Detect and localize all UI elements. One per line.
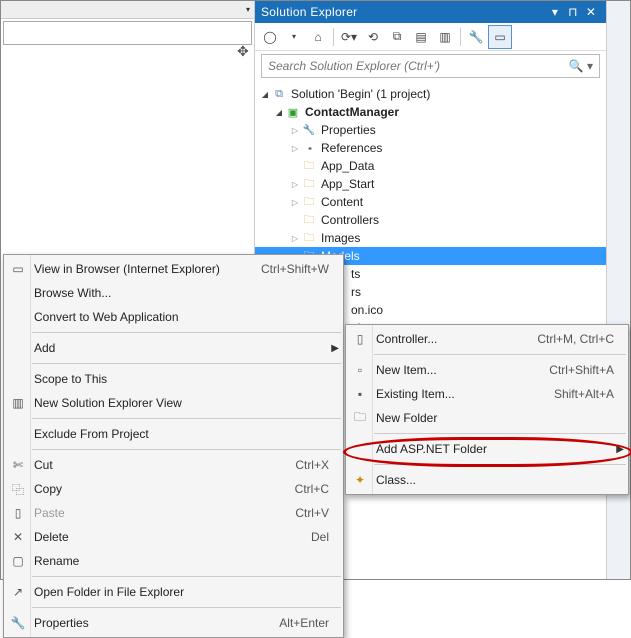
solution-explorer-toolbar: ◯ ▾ ⌂ ⟳▾ ⟲ ⧉ ▤ ▥ 🔧 ▭ [255,23,606,51]
menu-convert-webapp[interactable]: Convert to Web Application [4,305,343,329]
menu-add-new-folder[interactable]: 🗀New Folder [346,406,628,430]
folder-icon [301,194,317,210]
sync-icon[interactable]: ⟳▾ [338,26,360,48]
submenu-arrow-icon: ▶ [331,343,339,354]
explorer-view-icon: ▥ [9,396,27,410]
tree-solution-node[interactable]: Solution 'Begin' (1 project) [255,85,606,103]
browser-icon: ▭ [9,262,27,276]
context-menu-main: ▭View in Browser (Internet Explorer)Ctrl… [3,254,344,638]
folder-icon [301,212,317,228]
project-label: ContactManager [305,105,399,119]
folder-icon [301,158,317,174]
search-input[interactable] [268,59,569,73]
paste-icon: ▯ [9,506,27,520]
copy-icon: ⿻ [9,481,27,498]
tree-folder-appstart[interactable]: App_Start [255,175,606,193]
existing-item-icon: ▪ [351,387,369,401]
class-icon: ✦ [351,473,369,487]
dropdown-icon[interactable]: ▾ [246,5,250,14]
solution-explorer-titlebar[interactable]: Solution Explorer ▾ ⊓ ✕ [255,1,606,23]
delete-icon: ✕ [9,530,27,544]
left-docked-area: ▾ [1,1,254,51]
left-mini-toolbar: ▾ [1,1,254,19]
back-icon[interactable]: ◯ [259,26,281,48]
menu-add-controller[interactable]: ▯Controller...Ctrl+M, Ctrl+C [346,327,628,351]
new-item-icon: ▫ [351,363,369,377]
preview-icon[interactable]: ▥ [434,26,456,48]
solution-explorer-search[interactable]: 🔍 ▾ [261,54,600,78]
tree-folder-appdata[interactable]: App_Data [255,157,606,175]
menu-copy[interactable]: ⿻CopyCtrl+C [4,477,343,501]
close-icon[interactable]: ✕ [582,5,600,19]
menu-properties[interactable]: 🔧PropertiesAlt+Enter [4,611,343,635]
search-icon[interactable]: 🔍 ▾ [569,59,593,73]
menu-view-in-browser[interactable]: ▭View in Browser (Internet Explorer)Ctrl… [4,257,343,281]
cut-icon: ✄ [9,458,27,472]
menu-exclude[interactable]: Exclude From Project [4,422,343,446]
splitter-handle-icon[interactable]: ✥ [237,43,249,60]
panel-title: Solution Explorer [261,5,357,19]
window-menu-icon[interactable]: ▾ [546,5,564,19]
solution-icon [271,86,287,102]
forward-icon[interactable]: ▾ [283,26,305,48]
menu-rename[interactable]: ▢Rename [4,549,343,573]
properties-icon[interactable]: 🔧 [465,26,487,48]
tree-folder-controllers[interactable]: Controllers [255,211,606,229]
wrench-icon [301,122,317,138]
menu-new-explorer-view[interactable]: ▥New Solution Explorer View [4,391,343,415]
tree-properties-node[interactable]: Properties [255,121,606,139]
folder-icon [301,176,317,192]
menu-add[interactable]: Add▶ [4,336,343,360]
submenu-arrow-icon: ▶ [616,444,624,455]
tree-folder-content[interactable]: Content [255,193,606,211]
left-editor-box[interactable] [3,21,252,45]
home-icon[interactable]: ⌂ [307,26,329,48]
show-all-icon[interactable]: ▤ [410,26,432,48]
menu-paste: ▯PasteCtrl+V [4,501,343,525]
context-menu-add: ▯Controller...Ctrl+M, Ctrl+C ▫New Item..… [345,324,629,495]
collapse-icon[interactable]: ⧉ [386,26,408,48]
menu-add-existing-item[interactable]: ▪Existing Item...Shift+Alt+A [346,382,628,406]
tree-project-node[interactable]: ContactManager [255,103,606,121]
menu-add-aspnet-folder[interactable]: Add ASP.NET Folder▶ [346,437,628,461]
project-icon [285,104,301,120]
references-label: References [321,141,382,155]
menu-scope-to-this[interactable]: Scope to This [4,367,343,391]
tree-folder-images[interactable]: Images [255,229,606,247]
controller-icon: ▯ [351,332,369,346]
new-folder-icon: 🗀 [351,408,369,429]
properties-label: Properties [321,123,376,137]
tree-references-node[interactable]: References [255,139,606,157]
open-folder-icon: ↗ [9,585,27,599]
menu-delete[interactable]: ✕DeleteDel [4,525,343,549]
view-code-icon[interactable]: ▭ [489,26,511,48]
references-icon [301,140,317,156]
solution-label: Solution 'Begin' (1 project) [291,87,430,101]
wrench-icon: 🔧 [9,616,27,630]
menu-cut[interactable]: ✄CutCtrl+X [4,453,343,477]
pin-icon[interactable]: ⊓ [564,5,582,19]
menu-open-folder[interactable]: ↗Open Folder in File Explorer [4,580,343,604]
menu-browse-with[interactable]: Browse With... [4,281,343,305]
folder-icon [301,230,317,246]
refresh-icon[interactable]: ⟲ [362,26,384,48]
menu-add-new-item[interactable]: ▫New Item...Ctrl+Shift+A [346,358,628,382]
rename-icon: ▢ [9,554,27,568]
menu-add-class[interactable]: ✦Class... [346,468,628,492]
